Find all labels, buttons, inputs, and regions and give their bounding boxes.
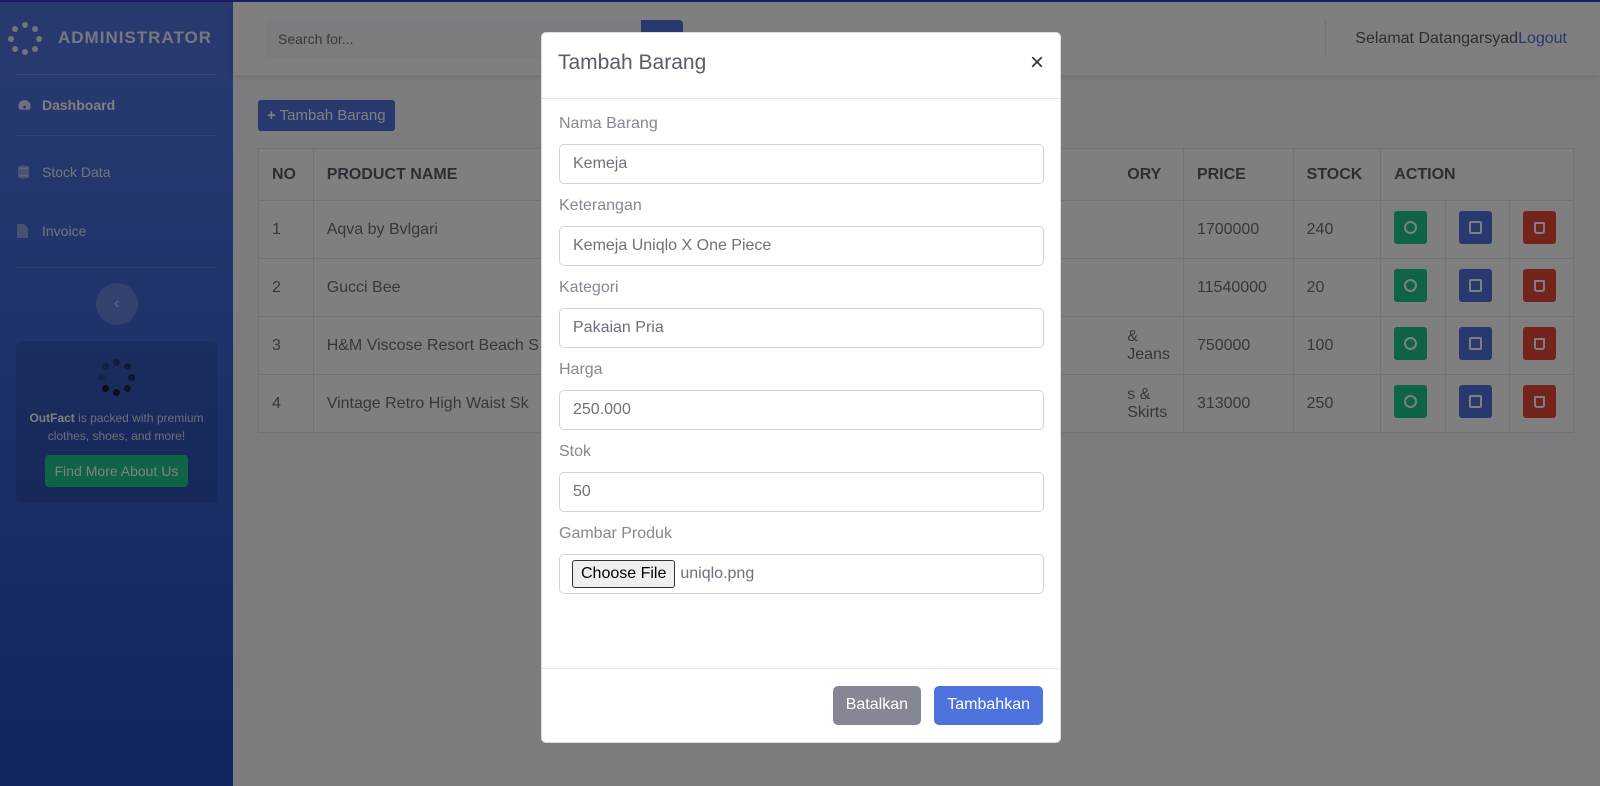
form-group-kategori: Kategori Pakaian Pria <box>559 279 1044 348</box>
stok-label: Stok <box>559 443 592 460</box>
form-group-stok: Stok 50 <box>559 443 1044 512</box>
harga-label: Harga <box>559 361 603 378</box>
add-item-modal: Tambah Barang × Nama Barang Kemeja Keter… <box>541 32 1061 743</box>
nama-barang-label: Nama Barang <box>559 115 658 132</box>
stok-input[interactable]: 50 <box>559 472 1044 512</box>
form-group-nama: Nama Barang Kemeja <box>559 115 1044 184</box>
cancel-button[interactable]: Batalkan <box>832 686 921 725</box>
kategori-label: Kategori <box>559 279 619 296</box>
choose-file-button[interactable]: Choose File <box>572 560 676 588</box>
nama-barang-input[interactable]: Kemeja <box>559 144 1044 184</box>
modal-footer: Batalkan Tambahkan <box>542 668 1060 742</box>
form-group-harga: Harga 250.000 <box>559 361 1044 430</box>
form-group-gambar: Gambar Produk Choose File uniqlo.png <box>559 525 1044 594</box>
keterangan-label: Keterangan <box>559 197 642 214</box>
gambar-produk-file-input: Choose File uniqlo.png <box>559 554 1044 594</box>
modal-body: Nama Barang Kemeja Keterangan Kemeja Uni… <box>542 99 1060 594</box>
gambar-produk-label: Gambar Produk <box>559 525 672 542</box>
form-group-keterangan: Keterangan Kemeja Uniqlo X One Piece <box>559 197 1044 266</box>
modal-title: Tambah Barang <box>558 51 707 74</box>
submit-button[interactable]: Tambahkan <box>934 686 1043 725</box>
selected-filename: uniqlo.png <box>680 565 755 582</box>
close-icon[interactable]: × <box>1030 51 1044 75</box>
harga-input[interactable]: 250.000 <box>559 390 1044 430</box>
keterangan-input[interactable]: Kemeja Uniqlo X One Piece <box>559 226 1044 266</box>
kategori-input[interactable]: Pakaian Pria <box>559 308 1044 348</box>
modal-header: Tambah Barang × <box>542 33 1060 99</box>
